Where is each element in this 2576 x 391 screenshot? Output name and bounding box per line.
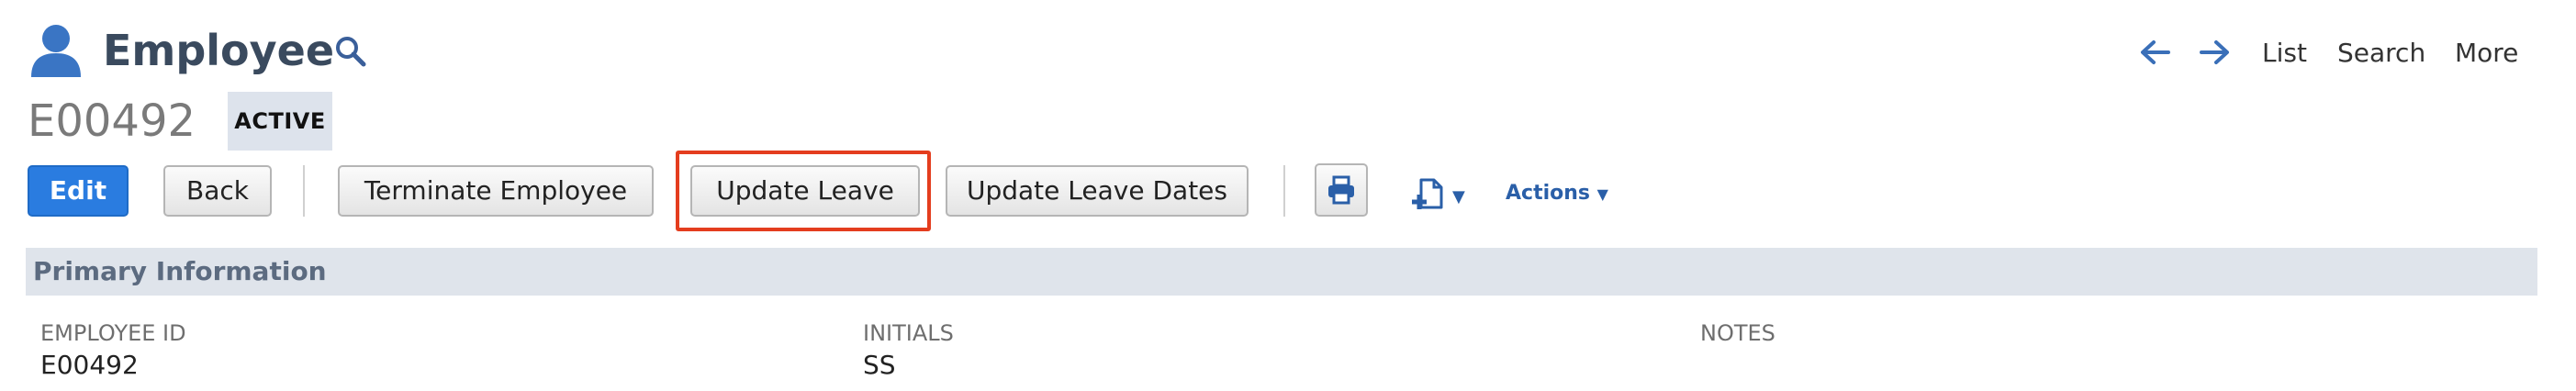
chevron-down-icon: ▼ <box>1596 185 1608 203</box>
nav-search-link[interactable]: Search <box>2337 35 2425 72</box>
employee-id-label: EMPLOYEE ID <box>40 320 186 346</box>
arrow-right-icon[interactable] <box>2200 39 2231 66</box>
initials-label: INITIALS <box>863 320 954 346</box>
nav-list-link[interactable]: List <box>2262 35 2307 72</box>
edit-button[interactable]: Edit <box>28 165 129 217</box>
terminate-employee-button[interactable]: Terminate Employee <box>338 165 654 217</box>
print-button[interactable] <box>1315 163 1368 217</box>
chevron-down-icon[interactable]: ▼ <box>1452 187 1465 207</box>
nav-more-link[interactable]: More <box>2455 35 2518 72</box>
print-icon <box>1328 175 1354 205</box>
record-id: E00492 <box>28 95 196 147</box>
status-badge: ACTIVE <box>228 92 332 151</box>
back-button[interactable]: Back <box>163 165 272 217</box>
toolbar-divider <box>303 165 305 217</box>
notes-label: NOTES <box>1700 320 1775 346</box>
person-icon <box>31 25 81 77</box>
toolbar-divider <box>1283 165 1285 217</box>
page-title: Employee <box>103 26 335 75</box>
primary-information-section[interactable]: Primary Information <box>26 248 2537 296</box>
new-document-icon[interactable] <box>1410 176 1447 213</box>
update-leave-dates-button[interactable]: Update Leave Dates <box>946 165 1249 217</box>
update-leave-button[interactable]: Update Leave <box>690 165 920 217</box>
actions-menu[interactable]: Actions ▼ <box>1506 180 1608 208</box>
employee-id-value: E00492 <box>40 350 139 380</box>
initials-value: SS <box>863 350 896 380</box>
section-title: Primary Information <box>33 256 327 286</box>
actions-label: Actions <box>1506 182 1590 205</box>
arrow-left-icon[interactable] <box>2139 39 2170 66</box>
search-icon[interactable] <box>332 33 369 70</box>
